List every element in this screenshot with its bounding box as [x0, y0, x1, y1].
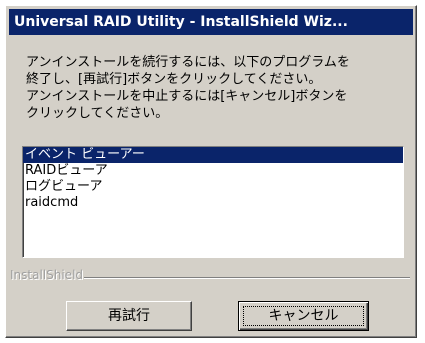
instruction-message: アンインストールを続行するには、以下のプログラムを 終了し、[再試行]ボタンをク…: [26, 54, 406, 122]
cancel-button[interactable]: キャンセル: [238, 301, 369, 331]
message-line: 終了し、[再試行]ボタンをクリックしてください。: [26, 72, 322, 87]
installshield-brand: InstallShield: [10, 268, 84, 282]
cancel-button-label: キャンセル: [243, 306, 364, 326]
message-line: アンインストールを続行するには、以下のプログラムを: [26, 55, 350, 70]
running-programs-list[interactable]: イベント ビューアー RAIDビューア ログビューア raidcmd: [22, 146, 404, 258]
footer-divider: [84, 277, 410, 279]
list-item-raidcmd[interactable]: raidcmd: [23, 195, 403, 211]
installshield-dialog: Universal RAID Utility - InstallShield W…: [5, 5, 417, 338]
window-title: Universal RAID Utility - InstallShield W…: [14, 14, 348, 30]
list-item-log-viewer[interactable]: ログビューア: [23, 179, 403, 195]
message-line: アンインストールを中止するには[キャンセル]ボタンを: [26, 89, 348, 104]
retry-button[interactable]: 再試行: [66, 301, 192, 331]
list-item-raid-viewer[interactable]: RAIDビューア: [23, 163, 403, 179]
window-title-bar[interactable]: Universal RAID Utility - InstallShield W…: [9, 9, 413, 35]
message-line: クリックしてください。: [26, 106, 169, 121]
list-item-event-viewer[interactable]: イベント ビューアー: [23, 147, 403, 163]
